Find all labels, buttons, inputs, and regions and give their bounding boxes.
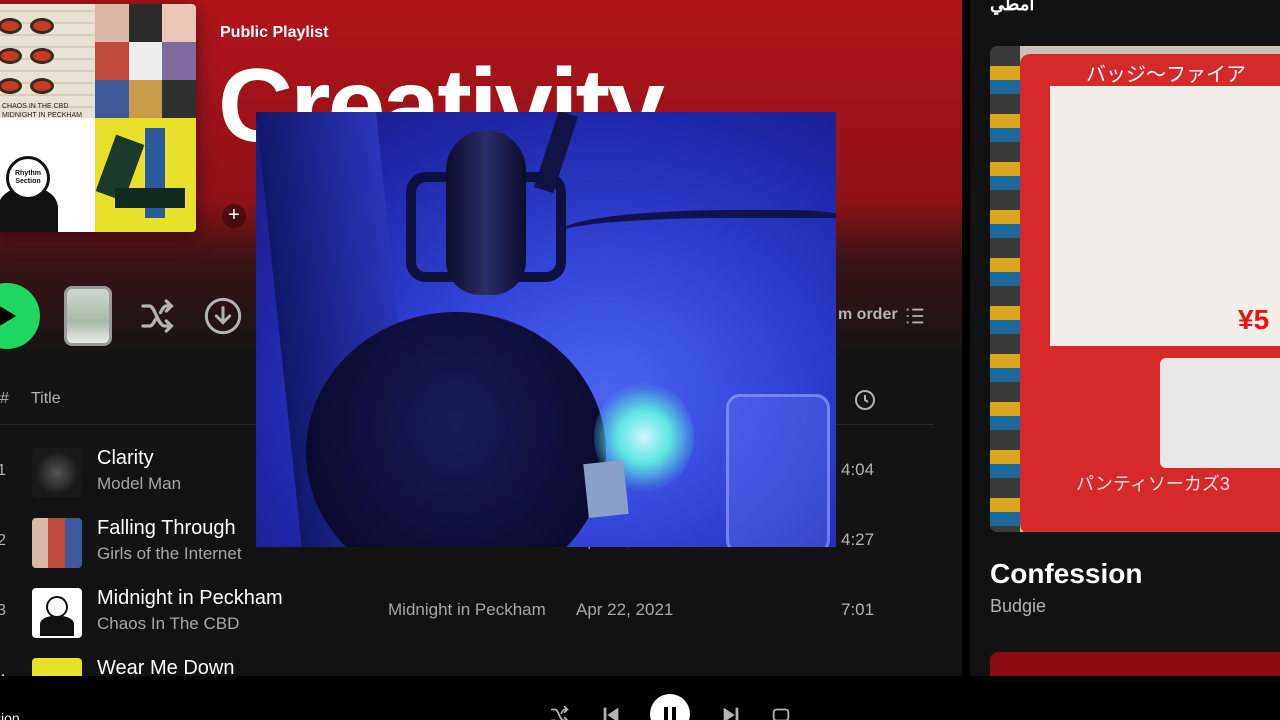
track-artist[interactable]: Girls of the Internet (97, 544, 242, 564)
now-playing-artist[interactable]: Budgie (990, 596, 1046, 617)
rhythm-section-logo: Rhythm Section (6, 156, 50, 200)
track-artwork (32, 588, 82, 638)
track-number: 2 (0, 532, 6, 549)
playlist-view: CHAOS IN THE CBD MIDNIGHT IN PECKHAM Rhy… (0, 0, 962, 676)
playlist-type-label: Public Playlist (220, 24, 329, 41)
clock-icon (855, 390, 875, 410)
shuffle-icon[interactable] (549, 704, 571, 720)
next-icon[interactable] (720, 704, 742, 720)
cover-tile-text: CHAOS IN THE CBD MIDNIGHT IN PECKHAM (2, 103, 82, 118)
track-artist[interactable]: Model Man (97, 474, 181, 494)
track-duration: 7:01 (841, 600, 875, 619)
sort-order-label[interactable]: m order (838, 306, 898, 324)
webcam-overlay (256, 112, 836, 547)
panel-divider (962, 0, 970, 676)
column-number-header: # (0, 390, 9, 407)
previous-icon[interactable] (600, 704, 622, 720)
track-duration: 4:04 (841, 460, 875, 479)
artwork-price: ¥5 (1238, 304, 1270, 335)
track-row[interactable]: 3 Midnight in Peckham Chaos In The CBD M… (0, 578, 934, 648)
download-icon[interactable] (203, 296, 243, 336)
player-track-label[interactable]: sion (0, 710, 20, 720)
now-playing-panel: امطي バッジ〜ファイア ¥5 パンティソーカズ3 Confession Bu… (970, 0, 1280, 676)
now-playing-card (990, 652, 1280, 676)
track-title[interactable]: Wear Me Down (97, 657, 234, 676)
list-view-icon[interactable] (904, 305, 926, 327)
player-bar: sion (0, 676, 1280, 720)
track-artwork (32, 658, 82, 676)
cover-tile-chaos-in-the-cbd: CHAOS IN THE CBD MIDNIGHT IN PECKHAM (0, 4, 95, 118)
track-title[interactable]: Falling Through (97, 517, 236, 540)
artwork-text-top: バッジ〜ファイア (1086, 64, 1246, 86)
now-playing-artwork: バッジ〜ファイア ¥5 パンティソーカズ3 (990, 46, 1280, 532)
artwork-text-bottom: パンティソーカズ3 (1076, 474, 1230, 494)
play-button[interactable] (0, 283, 40, 349)
pause-button[interactable] (650, 694, 690, 720)
repeat-icon[interactable] (770, 704, 792, 720)
track-title[interactable]: Midnight in Peckham (97, 587, 283, 610)
track-artwork (32, 518, 82, 568)
now-playing-track-title[interactable]: Confession (990, 558, 1142, 590)
track-row[interactable]: 4 Wear Me Down (0, 648, 934, 676)
add-button[interactable]: + (222, 204, 246, 228)
column-title-header[interactable]: Title (31, 390, 61, 408)
track-number: 3 (0, 602, 6, 619)
play-icon (0, 305, 16, 327)
track-artist[interactable]: Chaos In The CBD (97, 614, 239, 634)
track-date-added: Apr 22, 2021 (576, 600, 674, 619)
shuffle-icon[interactable] (138, 296, 178, 336)
pause-icon (664, 707, 668, 720)
track-artwork (32, 448, 82, 498)
playlist-cover[interactable]: CHAOS IN THE CBD MIDNIGHT IN PECKHAM Rhy… (0, 4, 196, 232)
cover-tile-abstract (95, 118, 196, 232)
now-playing-context[interactable]: امطي (990, 0, 1034, 15)
track-album[interactable]: Midnight in Peckham (388, 600, 546, 620)
track-title[interactable]: Clarity (97, 447, 154, 470)
track-number: 1 (0, 462, 6, 479)
preview-thumbnail[interactable] (64, 286, 112, 346)
cover-tile-girls-of-the-internet (95, 4, 196, 118)
cover-tile-rhythm-section: Rhythm Section (0, 118, 95, 232)
track-duration: 4:27 (841, 530, 875, 549)
